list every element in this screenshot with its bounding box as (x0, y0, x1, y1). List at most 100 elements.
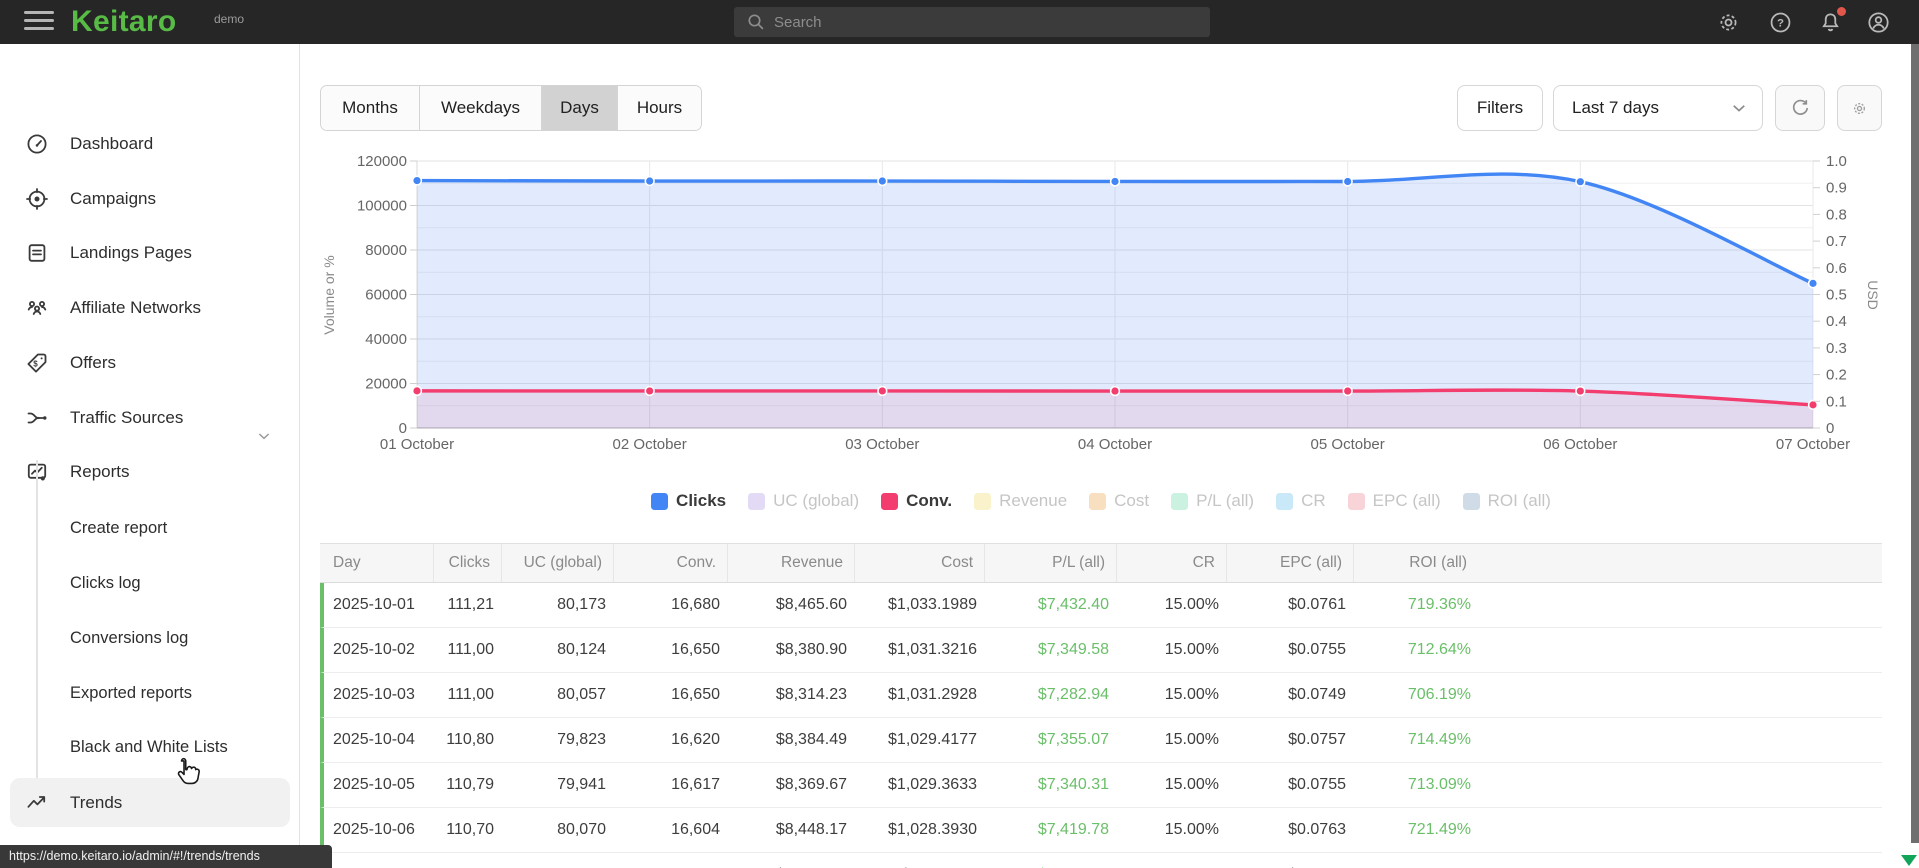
svg-text:?: ? (1777, 18, 1784, 30)
table-cell: 110,70 (446, 821, 494, 838)
table-row[interactable]: 2025-10-05 110,79 79,941 16,617 $8,369.67 $1,… (320, 763, 1882, 808)
table-row[interactable]: 2025-10-03 111,00 80,057 16,650 $8,314.23 $1,… (320, 673, 1882, 718)
table-cell: $8,369.67 (775, 776, 847, 793)
filters-button[interactable]: Filters (1457, 85, 1543, 131)
table-cell: 16,617 (671, 776, 720, 793)
table-header-row: Day Clicks UC (global) Conv. Revenue Cost P/L … (320, 543, 1882, 583)
column-header-conv[interactable]: Conv. (613, 544, 727, 582)
sidebar-item-black-and-white-lists[interactable]: Black and White Lists (0, 725, 300, 769)
legend-swatch (748, 492, 766, 510)
legend-item-clicks[interactable]: Clicks (651, 491, 726, 511)
sidebar-item-landings-pages[interactable]: Landings Pages (0, 231, 300, 275)
table-cell: $7,340.31 (1037, 776, 1109, 793)
column-header-uc-global[interactable]: UC (global) (501, 544, 613, 582)
settings-gear-icon[interactable] (1716, 10, 1741, 35)
global-search[interactable] (734, 7, 1210, 37)
tab-weekdays[interactable]: Weekdays (419, 86, 541, 130)
landing-pages-icon (28, 244, 46, 262)
table-cell: 80,124 (557, 641, 606, 658)
table-cell: $0.0763 (1288, 821, 1346, 838)
column-header-day[interactable]: Day (320, 544, 433, 582)
sidebar-item-trends[interactable]: Trends (10, 778, 290, 827)
column-header-p-l-all[interactable]: P/L (all) (984, 544, 1116, 582)
legend-swatch (1089, 492, 1107, 510)
column-header-revenue[interactable]: Revenue (727, 544, 854, 582)
table-row[interactable]: 2025-10-04 110,80 79,823 16,620 $8,384.49 $1,… (320, 718, 1882, 763)
table-cell: 111,00 (447, 641, 494, 658)
svg-text:100000: 100000 (357, 198, 407, 215)
legend-item-conv[interactable]: Conv. (881, 491, 952, 511)
svg-text:20000: 20000 (365, 376, 407, 393)
tab-hours[interactable]: Hours (617, 86, 701, 130)
table-cell: 110,80 (446, 731, 494, 748)
table-cell: 15.00% (1164, 821, 1219, 838)
sidebar-item-create-report[interactable]: Create report (0, 506, 300, 550)
campaigns-icon (26, 188, 48, 210)
trends-chart: 0 20000 40000 60000 80000 100000 120000 0 0.1 0.2… (320, 150, 1882, 466)
legend-item-cost[interactable]: Cost (1089, 491, 1149, 511)
env-label: demo (214, 12, 245, 26)
table-cell: $7,419.78 (1037, 821, 1109, 838)
legend-item-p-l-all[interactable]: P/L (all) (1171, 491, 1254, 511)
svg-text:120000: 120000 (357, 153, 407, 170)
refresh-button[interactable] (1775, 85, 1825, 131)
sidebar-item-conversions-log[interactable]: Conversions log (0, 616, 300, 660)
date-range-select[interactable]: Last 7 days (1553, 85, 1763, 131)
table-cell: 79,823 (557, 731, 606, 748)
table-cell: $7,282.94 (1037, 686, 1109, 703)
trends-icon (27, 795, 46, 808)
table-cell: 111,00 (447, 686, 494, 703)
svg-text:0.8: 0.8 (1826, 206, 1847, 223)
menu-toggle-icon[interactable] (24, 11, 54, 33)
table-cell: $1,028.3930 (888, 821, 977, 838)
table-cell: 16,650 (671, 686, 720, 703)
svg-text:06 October: 06 October (1543, 436, 1617, 453)
table-cell: 719.36% (1407, 596, 1471, 613)
help-icon[interactable]: ? (1768, 10, 1793, 35)
legend-item-uc-global[interactable]: UC (global) (748, 491, 859, 511)
sidebar-item-campaigns[interactable]: Campaigns (0, 177, 300, 221)
sidebar-item-affiliate-networks[interactable]: Affiliate Networks (0, 286, 300, 330)
legend-item-roi-all[interactable]: ROI (all) (1462, 491, 1551, 511)
table-cell: 16,680 (671, 596, 720, 613)
table-cell: $8,380.90 (775, 641, 847, 658)
sidebar-item-reports[interactable]: Reports (0, 450, 300, 494)
column-header-epc-all[interactable]: EPC (all) (1226, 544, 1353, 582)
table-row[interactable]: 2025-10-0744,4044,4576,646$4,093.94$507.… (320, 853, 1882, 868)
legend-swatch (651, 492, 669, 510)
top-bar: Keitaro demo ? (0, 0, 1919, 44)
sidebar-item-dashboard[interactable]: Dashboard (0, 122, 300, 166)
sidebar-item-traffic-sources[interactable]: Traffic Sources (0, 396, 300, 440)
tab-days[interactable]: Days (541, 86, 617, 130)
chevron-down-icon[interactable] (256, 428, 272, 444)
vertical-scrollbar[interactable] (1911, 44, 1919, 843)
chart-settings-button[interactable] (1837, 85, 1882, 131)
legend-item-revenue[interactable]: Revenue (974, 491, 1067, 511)
search-input[interactable] (774, 13, 1174, 31)
column-header-filler (1478, 544, 1882, 582)
sidebar-item-clicks-log[interactable]: Clicks log (0, 561, 300, 605)
column-header-cost[interactable]: Cost (854, 544, 984, 582)
column-header-clicks[interactable]: Clicks (433, 544, 501, 582)
table-row[interactable]: 2025-10-01 111,21 80,173 16,680 $8,465.60 $1,… (320, 583, 1882, 628)
tab-months[interactable]: Months (321, 86, 419, 130)
user-avatar-icon[interactable] (1866, 10, 1891, 35)
table-cell: 16,620 (671, 731, 720, 748)
column-header-roi-all[interactable]: ROI (all) (1353, 544, 1478, 582)
sidebar: Dashboard Campaigns Landings Pages Affil… (0, 44, 300, 868)
table-row[interactable]: 2025-10-06 110,70 80,070 16,604 $8,448.17 $1,… (320, 808, 1882, 853)
table-cell: 713.09% (1407, 776, 1471, 793)
table-row[interactable]: 2025-10-02 111,00 80,124 16,650 $8,380.90 $1,… (320, 628, 1882, 673)
sidebar-item-offers[interactable]: $ Offers (0, 341, 300, 385)
column-header-cr[interactable]: CR (1116, 544, 1226, 582)
sidebar-item-exported-reports[interactable]: Exported reports (0, 671, 300, 715)
svg-text:0.5: 0.5 (1826, 287, 1847, 304)
table-cell: $1,031.3216 (888, 641, 977, 658)
table-cell: 80,070 (557, 821, 606, 838)
svg-text:1.0: 1.0 (1826, 153, 1847, 170)
legend-item-epc-all[interactable]: EPC (all) (1347, 491, 1441, 511)
svg-text:USD: USD (1865, 280, 1881, 310)
notification-badge (1837, 7, 1846, 16)
svg-text:07 October: 07 October (1776, 436, 1850, 453)
legend-item-cr[interactable]: CR (1276, 491, 1326, 511)
